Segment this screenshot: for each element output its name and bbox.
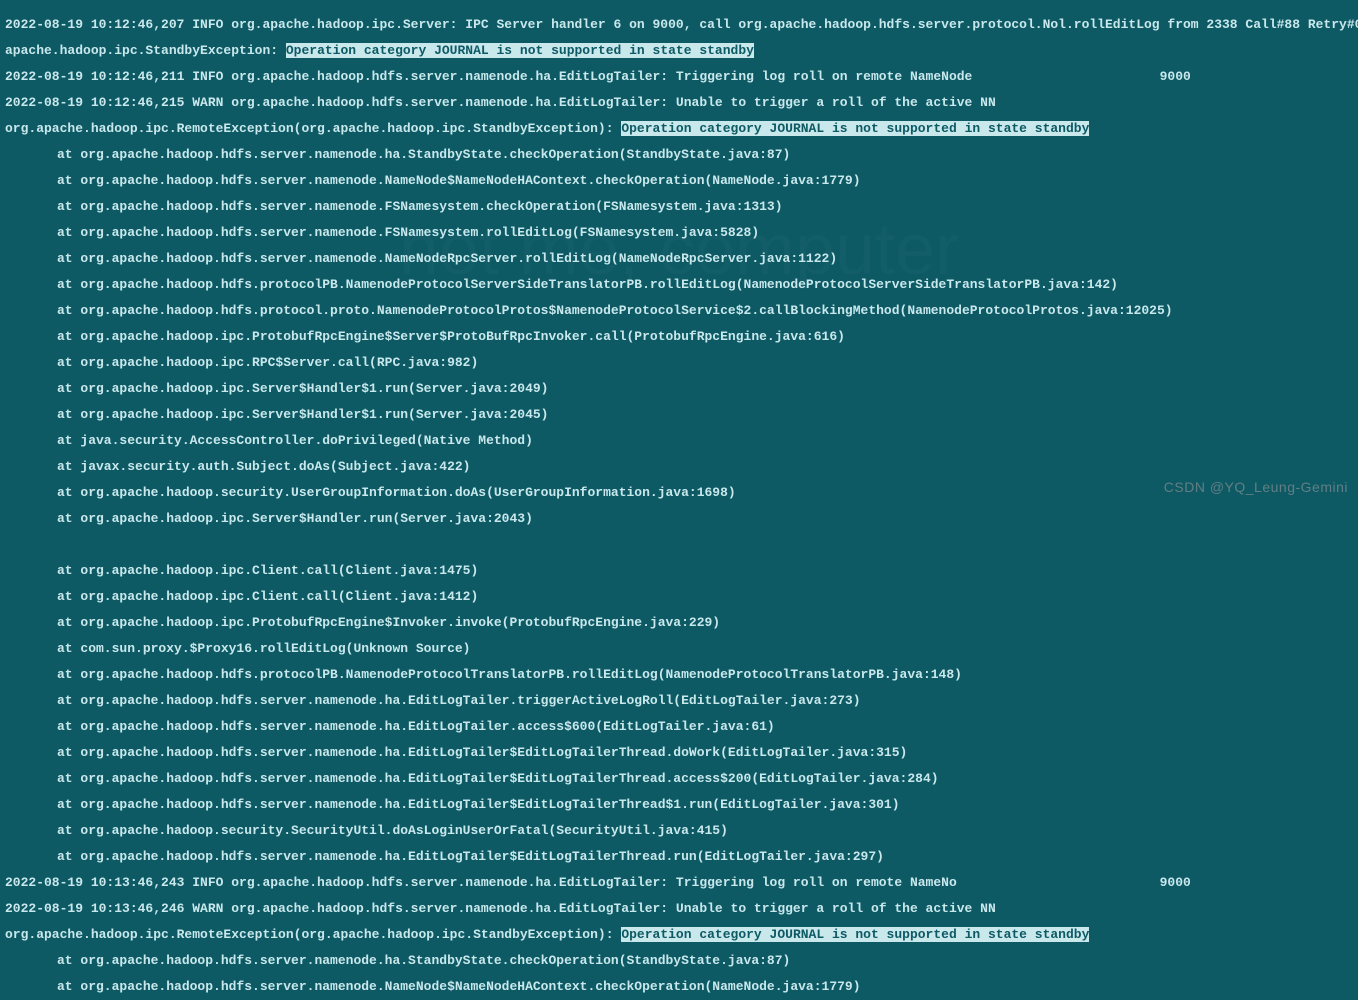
log-text: 2022-08-19 10:12:46,207 INFO org.apache.… — [5, 17, 1050, 32]
log-line: apache.hadoop.ipc.StandbyException: Oper… — [5, 44, 1353, 57]
stack-trace-line: at org.apache.hadoop.hdfs.server.namenod… — [5, 746, 1353, 759]
log-text: apache.hadoop.ipc.StandbyException: — [5, 43, 286, 58]
log-text: 2338 Call#88 Retry#0: org. — [1206, 17, 1358, 32]
stack-trace-line: at org.apache.hadoop.hdfs.server.namenod… — [5, 252, 1353, 265]
log-line: 2022-08-19 10:12:46,215 WARN org.apache.… — [5, 96, 1353, 109]
highlighted-text: Operation category JOURNAL is not suppor… — [286, 43, 754, 58]
stack-trace-line: at org.apache.hadoop.hdfs.protocolPB.Nam… — [5, 278, 1353, 291]
stack-trace-line: at org.apache.hadoop.hdfs.server.namenod… — [5, 720, 1353, 733]
stack-trace-line: at org.apache.hadoop.hdfs.protocolPB.Nam… — [5, 668, 1353, 681]
log-text: ol.rollEditLog from — [1050, 17, 1206, 32]
csdn-watermark: CSDN @YQ_Leung-Gemini — [1164, 481, 1348, 494]
log-text: org.apache.hadoop.ipc.RemoteException(or… — [5, 927, 621, 942]
highlighted-text: Operation category JOURNAL is not suppor… — [621, 121, 1089, 136]
log-line: org.apache.hadoop.ipc.RemoteException(or… — [5, 928, 1353, 941]
stack-trace-line: at org.apache.hadoop.hdfs.protocol.proto… — [5, 304, 1353, 317]
stack-trace-line: at org.apache.hadoop.hdfs.server.namenod… — [5, 694, 1353, 707]
stack-trace-line: at org.apache.hadoop.ipc.Server$Handler.… — [5, 512, 1353, 525]
stack-trace-line: at javax.security.auth.Subject.doAs(Subj… — [5, 460, 1353, 473]
log-text: org.apache.hadoop.ipc.RemoteException(or… — [5, 121, 621, 136]
stack-trace-line: at org.apache.hadoop.ipc.RPC$Server.call… — [5, 356, 1353, 369]
blank-line — [5, 538, 1353, 551]
log-line: 2022-08-19 10:13:46,246 WARN org.apache.… — [5, 902, 1353, 915]
stack-trace-line: at org.apache.hadoop.hdfs.server.namenod… — [5, 174, 1353, 187]
stack-trace-line: at com.sun.proxy.$Proxy16.rollEditLog(Un… — [5, 642, 1353, 655]
stack-trace-line: at org.apache.hadoop.hdfs.server.namenod… — [5, 850, 1353, 863]
stack-trace-line: at org.apache.hadoop.ipc.Server$Handler$… — [5, 408, 1353, 421]
log-line: 2022-08-19 10:12:46,211 INFO org.apache.… — [5, 70, 1353, 83]
stack-trace-line: at org.apache.hadoop.hdfs.server.namenod… — [5, 226, 1353, 239]
log-line: 2022-08-19 10:12:46,207 INFO org.apache.… — [5, 18, 1353, 31]
stack-trace-line: at org.apache.hadoop.ipc.ProtobufRpcEngi… — [5, 616, 1353, 629]
stack-trace-line: at org.apache.hadoop.hdfs.server.namenod… — [5, 148, 1353, 161]
stack-trace-line: at org.apache.hadoop.hdfs.server.namenod… — [5, 980, 1353, 993]
stack-trace-line: at org.apache.hadoop.ipc.Client.call(Cli… — [5, 590, 1353, 603]
stack-trace-line: at org.apache.hadoop.ipc.Client.call(Cli… — [5, 564, 1353, 577]
stack-trace-line: at org.apache.hadoop.hdfs.server.namenod… — [5, 772, 1353, 785]
stack-trace-line: at org.apache.hadoop.hdfs.server.namenod… — [5, 798, 1353, 811]
stack-trace-line: at org.apache.hadoop.security.SecurityUt… — [5, 824, 1353, 837]
stack-trace-line: at org.apache.hadoop.hdfs.server.namenod… — [5, 200, 1353, 213]
log-line: org.apache.hadoop.ipc.RemoteException(or… — [5, 122, 1353, 135]
stack-trace-line: at java.security.AccessController.doPriv… — [5, 434, 1353, 447]
highlighted-text: Operation category JOURNAL is not suppor… — [621, 927, 1089, 942]
log-line: 2022-08-19 10:13:46,243 INFO org.apache.… — [5, 876, 1353, 889]
log-output: 2022-08-19 10:12:46,207 INFO org.apache.… — [0, 0, 1358, 1000]
stack-trace-line: at org.apache.hadoop.ipc.ProtobufRpcEngi… — [5, 330, 1353, 343]
stack-trace-line: at org.apache.hadoop.hdfs.server.namenod… — [5, 954, 1353, 967]
stack-trace-line: at org.apache.hadoop.security.UserGroupI… — [5, 486, 1353, 499]
stack-trace-line: at org.apache.hadoop.ipc.Server$Handler$… — [5, 382, 1353, 395]
